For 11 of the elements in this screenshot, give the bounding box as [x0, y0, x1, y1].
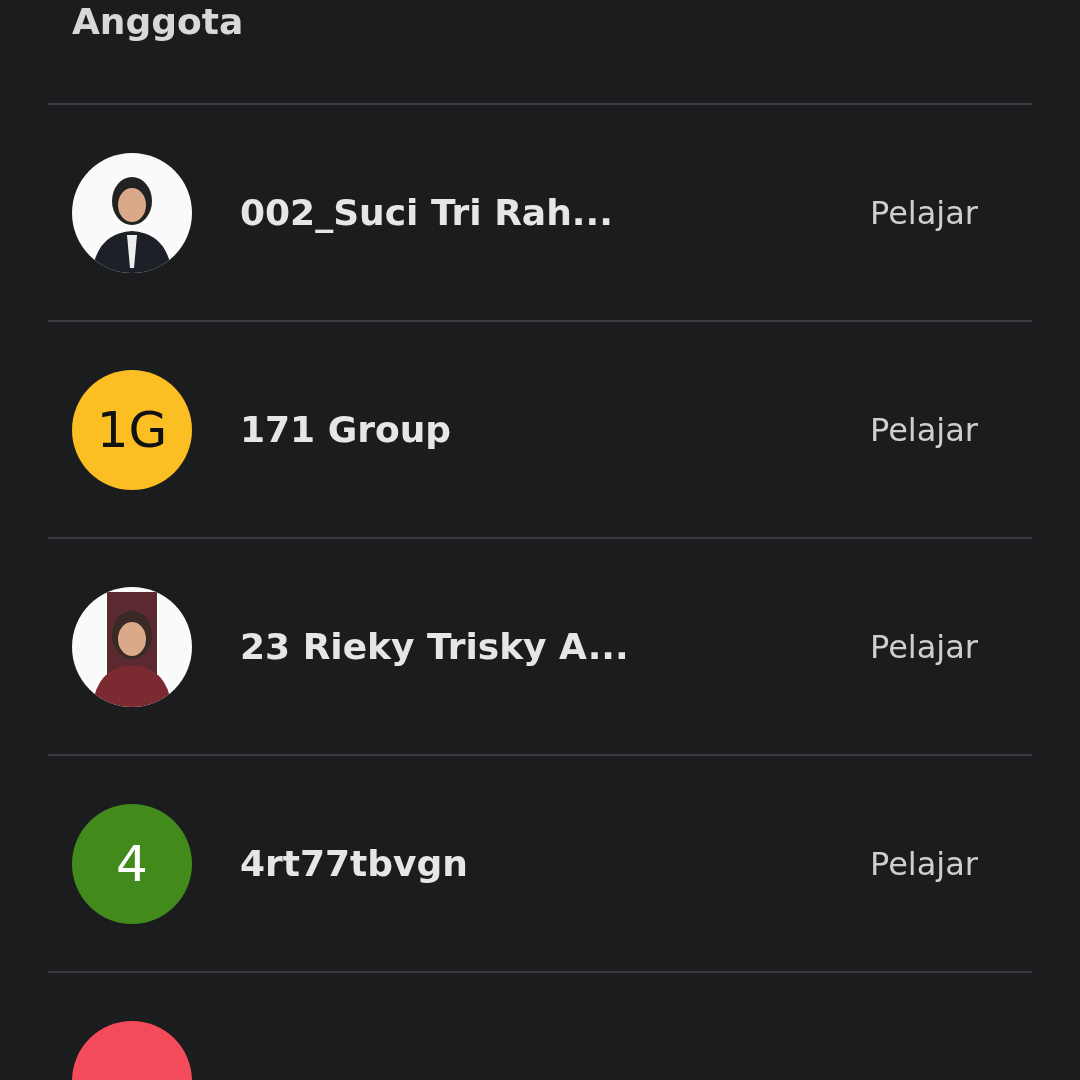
- avatar: 1G: [72, 369, 192, 490]
- member-role: Pelajar: [870, 627, 978, 666]
- member-name[interactable]: 171 Group: [240, 409, 870, 450]
- member-role: Pelajar: [870, 844, 978, 883]
- member-name[interactable]: 23 Rieky Trisky A...: [240, 626, 870, 667]
- avatar: 4: [72, 803, 192, 924]
- member-name[interactable]: 4rt77tbvgn: [240, 843, 870, 884]
- section-title: Anggota: [72, 0, 244, 44]
- member-role: Pelajar: [870, 410, 978, 449]
- member-name[interactable]: 002_Suci Tri Rah...: [240, 192, 870, 233]
- member-role: Pelajar: [870, 193, 978, 232]
